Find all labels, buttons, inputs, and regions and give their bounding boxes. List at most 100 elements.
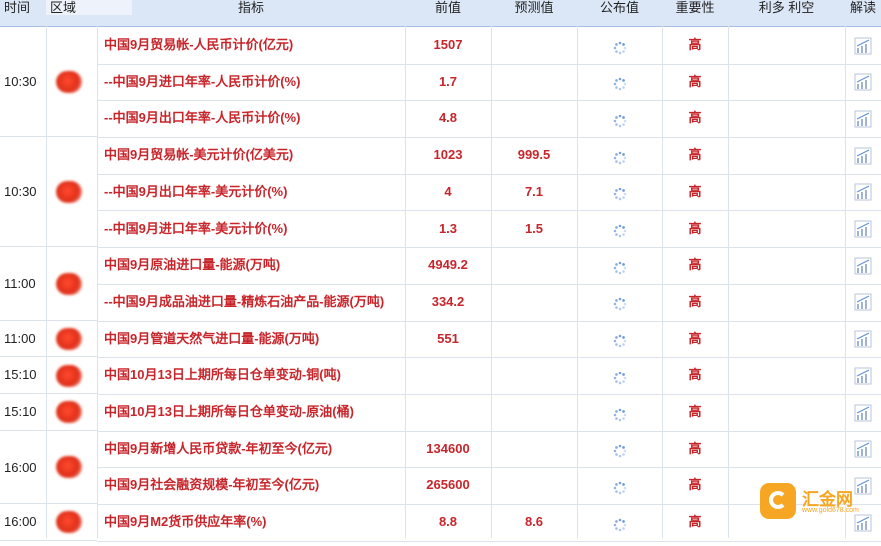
- bull-bear-cell: [728, 174, 845, 210]
- forecast-value: [491, 431, 577, 467]
- table-header: 时间 区域 指标 前值 预测值 公布值 重要性 利多 利空 解读: [0, 0, 881, 27]
- bull-bear-cell: [728, 64, 845, 100]
- time-cell: 15:10: [4, 367, 37, 383]
- forecast-value: [491, 64, 577, 100]
- importance-value: 高: [688, 514, 702, 530]
- chart-icon[interactable]: [845, 431, 881, 467]
- header-bull-bear: 利多 利空: [758, 0, 815, 15]
- chart-icon[interactable]: [845, 321, 881, 357]
- previous-value: 1023: [433, 147, 463, 163]
- bull-bear-cell: [728, 394, 845, 430]
- loading-spinner-icon: [613, 253, 627, 275]
- previous-value: 4949.2: [428, 257, 468, 273]
- importance-value: 高: [688, 293, 702, 309]
- header-forecast: 预测值: [514, 0, 554, 15]
- loading-spinner-icon: [613, 69, 627, 91]
- indicator-name[interactable]: --中国9月进口年率-美元计价(%): [97, 211, 405, 247]
- table-row[interactable]: --中国9月出口年率-美元计价(%) 4 7.1 高: [97, 174, 881, 212]
- indicator-name[interactable]: 中国9月新增人民币贷款-年初至今(亿元): [97, 431, 405, 467]
- bull-bear-cell: [728, 321, 845, 357]
- header-published: 公布值: [599, 0, 639, 15]
- published-value: [577, 27, 662, 63]
- forecast-value: 1.5: [524, 220, 544, 236]
- indicator-name[interactable]: --中国9月出口年率-美元计价(%): [97, 174, 405, 210]
- region-cell: [46, 247, 97, 320]
- table-row[interactable]: --中国9月进口年率-人民币计价(%) 1.7 高: [97, 64, 881, 102]
- chart-icon[interactable]: [845, 27, 881, 63]
- indicator-name[interactable]: 中国10月13日上期所每日仓单变动-铜(吨): [97, 357, 405, 393]
- previous-value: 4.8: [438, 110, 458, 126]
- chart-icon[interactable]: [845, 247, 881, 283]
- bull-bear-cell: [728, 357, 845, 393]
- table-row[interactable]: 中国9月原油进口量-能源(万吨) 4949.2 高: [97, 247, 881, 285]
- indicator-name[interactable]: 中国9月贸易帐-人民币计价(亿元): [97, 27, 405, 63]
- forecast-value: [491, 357, 577, 393]
- published-value: [577, 321, 662, 357]
- table-row[interactable]: --中国9月出口年率-人民币计价(%) 4.8 高: [97, 100, 881, 139]
- indicator-name[interactable]: 中国10月13日上期所每日仓单变动-原油(桶): [97, 394, 405, 430]
- bull-bear-cell: [728, 137, 845, 173]
- table-row[interactable]: --中国9月成品油进口量-精炼石油产品-能源(万吨) 334.2 高: [97, 284, 881, 322]
- region-cell: [46, 394, 97, 431]
- table-row[interactable]: 中国10月13日上期所每日仓单变动-原油(桶) 高: [97, 394, 881, 432]
- bull-bear-cell: [728, 247, 845, 283]
- chart-icon[interactable]: [845, 100, 881, 136]
- indicator-name[interactable]: --中国9月进口年率-人民币计价(%): [97, 64, 405, 100]
- previous-value: [405, 394, 491, 430]
- forecast-value: [491, 284, 577, 320]
- header-previous: 前值: [434, 0, 461, 15]
- chart-icon[interactable]: [845, 211, 881, 247]
- loading-spinner-icon: [613, 33, 627, 54]
- chart-icon[interactable]: [845, 64, 881, 100]
- bull-bear-cell: [728, 284, 845, 320]
- column-divider: [728, 26, 729, 538]
- china-flag-icon: [56, 456, 82, 479]
- column-divider: [845, 26, 846, 538]
- indicator-name[interactable]: 中国9月贸易帐-美元计价(亿美元): [97, 137, 405, 173]
- loading-spinner-icon: [613, 400, 627, 421]
- indicator-name[interactable]: --中国9月成品油进口量-精炼石油产品-能源(万吨): [97, 284, 405, 320]
- chart-icon[interactable]: [845, 357, 881, 393]
- table-row[interactable]: 中国9月管道天然气进口量-能源(万吨) 551 高: [97, 321, 881, 359]
- time-cell: 10:30: [4, 184, 37, 200]
- loading-spinner-icon: [613, 216, 627, 238]
- column-divider: [577, 26, 578, 538]
- indicator-name[interactable]: 中国9月管道天然气进口量-能源(万吨): [97, 321, 405, 357]
- published-value: [577, 137, 662, 173]
- table-row[interactable]: 中国9月贸易帐-美元计价(亿美元) 1023 999.5 高: [97, 137, 881, 175]
- previous-value: 334.2: [431, 293, 465, 309]
- chart-icon[interactable]: [845, 284, 881, 320]
- published-value: [577, 394, 662, 430]
- table-row[interactable]: 中国9月贸易帐-人民币计价(亿元) 1507 高: [97, 27, 881, 65]
- published-value: [577, 284, 662, 320]
- watermark-logo: 汇金网 www.gold678.com: [760, 483, 881, 519]
- indicator-name[interactable]: --中国9月出口年率-人民币计价(%): [97, 100, 405, 136]
- importance-value: 高: [688, 367, 702, 383]
- loading-spinner-icon: [613, 143, 627, 164]
- chart-icon[interactable]: [845, 174, 881, 210]
- forecast-value: [491, 394, 577, 430]
- chart-icon[interactable]: [845, 394, 881, 430]
- bull-bear-cell: [728, 431, 845, 467]
- column-divider: [97, 26, 98, 538]
- indicator-name[interactable]: 中国9月M2货币供应年率(%): [97, 504, 405, 540]
- bull-bear-cell: [728, 27, 845, 63]
- previous-value: 265600: [426, 477, 470, 493]
- published-value: [577, 174, 662, 210]
- indicator-name[interactable]: 中国9月原油进口量-能源(万吨): [97, 247, 405, 283]
- indicator-name[interactable]: 中国9月社会融资规模-年初至今(亿元): [97, 467, 405, 503]
- time-cell: 16:00: [4, 459, 37, 475]
- chart-icon[interactable]: [845, 137, 881, 173]
- loading-spinner-icon: [613, 106, 627, 128]
- column-divider: [491, 26, 492, 538]
- loading-spinner-icon: [613, 436, 627, 458]
- time-cell: 16:00: [4, 514, 37, 530]
- table-row[interactable]: 中国10月13日上期所每日仓单变动-铜(吨) 高: [97, 357, 881, 395]
- time-cell: 11:00: [4, 276, 36, 292]
- region-cell: [46, 504, 97, 541]
- previous-value: [405, 357, 491, 393]
- loading-spinner-icon: [613, 179, 627, 201]
- table-row[interactable]: --中国9月进口年率-美元计价(%) 1.3 1.5 高: [97, 211, 881, 249]
- table-row[interactable]: 中国9月新增人民币贷款-年初至今(亿元) 134600 高: [97, 431, 881, 469]
- importance-value: 高: [688, 110, 702, 126]
